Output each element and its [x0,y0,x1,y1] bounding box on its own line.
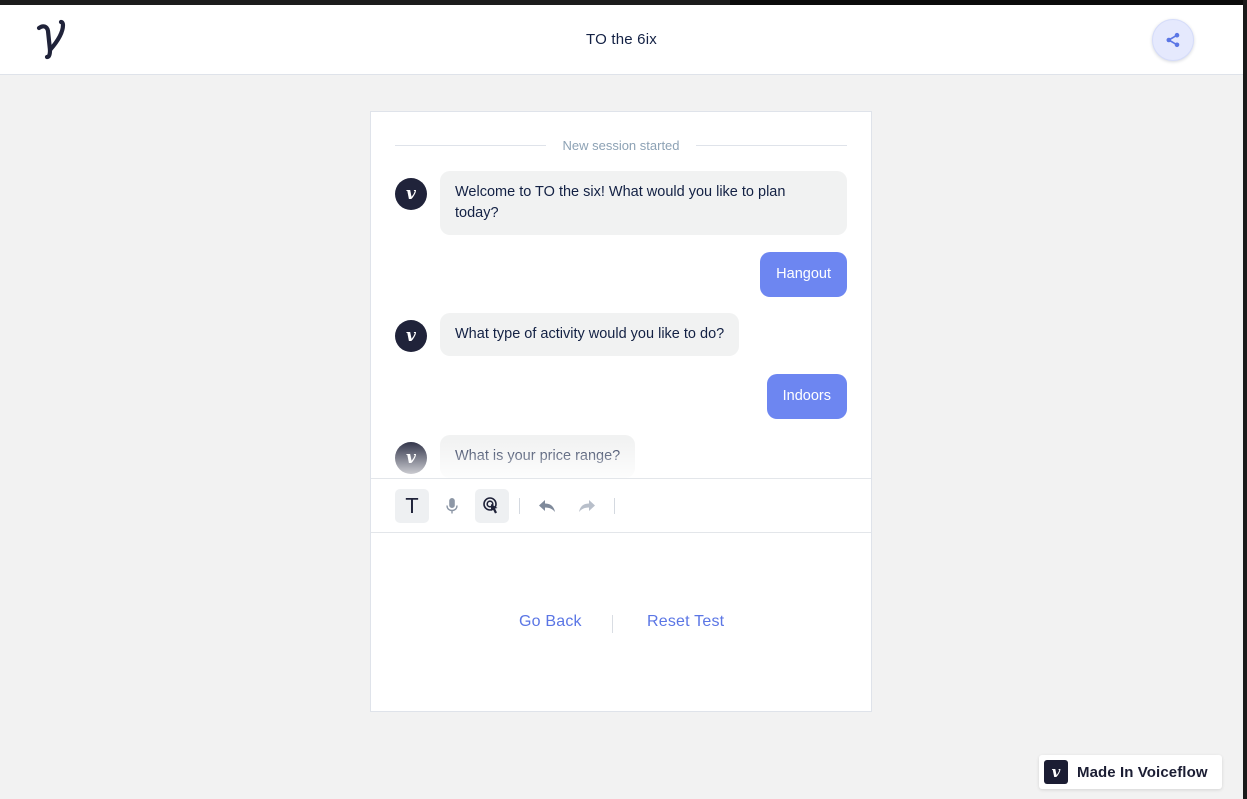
bot-avatar: v [395,320,427,352]
text-icon: T [405,494,419,518]
voiceflow-badge-icon: v [1044,760,1068,784]
touch-hand-icon [483,497,498,514]
chat-transcript[interactable]: New session started v Welcome to TO the … [371,112,871,478]
text-mode-button[interactable]: T [395,489,429,523]
test-chat-panel: New session started v Welcome to TO the … [370,111,872,712]
page-title: TO the 6ix [586,31,657,48]
undo-button[interactable] [530,489,564,523]
window-right-edge [1243,0,1247,799]
redo-icon [579,500,595,512]
user-message: Indoors [766,374,847,419]
bot-message: What is your price range? [440,435,636,478]
toolbar-divider [614,498,615,514]
debug-mode-button[interactable] [475,489,509,523]
go-back-link[interactable]: Go Back [519,613,582,631]
voice-mode-button[interactable] [435,489,469,523]
reset-test-link[interactable]: Reset Test [647,613,724,631]
bot-message: What type of activity would you like to … [440,313,740,356]
actions-divider [612,615,613,633]
bot-avatar: v [395,442,427,474]
session-divider: New session started [395,136,847,154]
session-divider-text: New session started [562,137,680,153]
share-icon [1166,32,1180,48]
user-message: Hangout [760,252,847,297]
made-in-label: Made In Voiceflow [1077,763,1208,781]
bot-avatar: v [395,178,427,210]
app-header: TO the 6ix [0,5,1243,75]
test-actions: Go Back Reset Test [371,533,871,711]
input-toolbar: T [371,478,871,533]
bot-message: Welcome to TO the six! What would you li… [440,171,847,235]
redo-button[interactable] [570,489,604,523]
undo-icon [539,500,555,512]
made-in-voiceflow-badge[interactable]: v Made In Voiceflow [1039,755,1222,789]
share-button[interactable] [1152,19,1194,61]
microphone-icon [446,498,458,514]
toolbar-divider [519,498,520,514]
